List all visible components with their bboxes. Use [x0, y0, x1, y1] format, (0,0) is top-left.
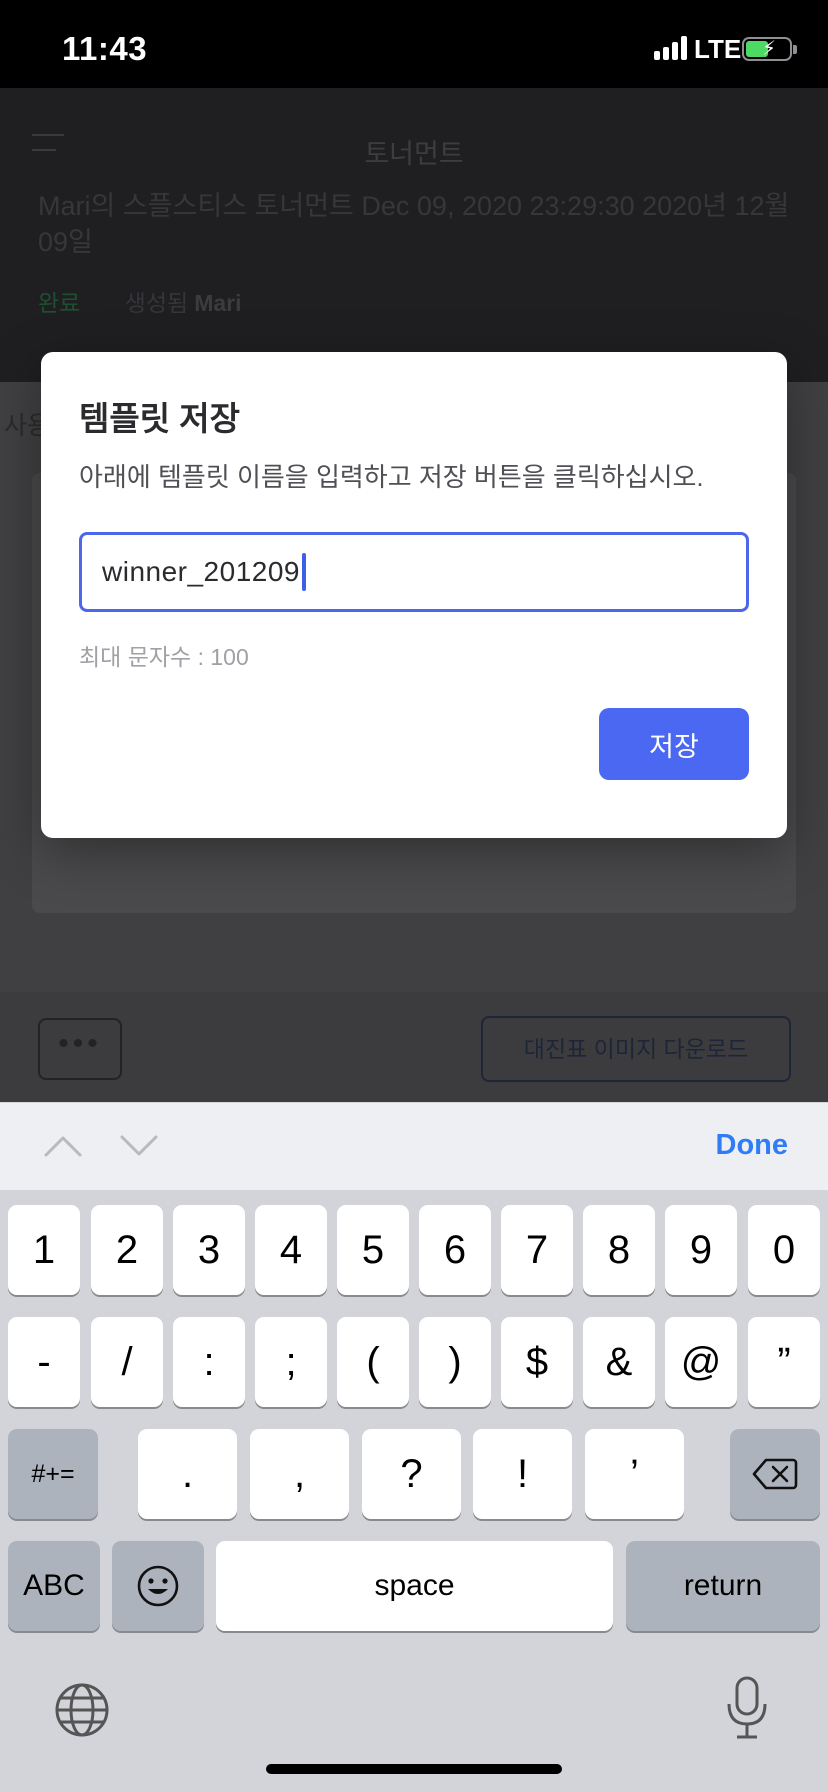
key-dollar[interactable]: $ [501, 1317, 573, 1407]
key-colon[interactable]: : [173, 1317, 245, 1407]
created-by-label: 생성됨 Mari [124, 290, 242, 316]
key-3[interactable]: 3 [173, 1205, 245, 1295]
key-hyphen[interactable]: - [8, 1317, 80, 1407]
key-6[interactable]: 6 [419, 1205, 491, 1295]
globe-icon[interactable] [54, 1682, 110, 1738]
template-name-input[interactable]: winner_201209 [79, 532, 749, 612]
key-8[interactable]: 8 [583, 1205, 655, 1295]
key-period[interactable]: . [138, 1429, 237, 1519]
save-template-dialog: 템플릿 저장 아래에 템플릿 이름을 입력하고 저장 버튼을 클릭하십시오. w… [41, 352, 787, 838]
tournament-status: 완료 생성됨 Mari [38, 284, 242, 318]
emoji-icon [137, 1565, 179, 1607]
key-2[interactable]: 2 [91, 1205, 163, 1295]
more-options-button[interactable]: ••• [38, 1018, 122, 1080]
dialog-description: 아래에 템플릿 이름을 입력하고 저장 버튼을 클릭하십시오. [79, 462, 704, 492]
save-button[interactable]: 저장 [599, 708, 749, 780]
status-bar: 11:43 LTE ⚡ [0, 0, 828, 88]
key-4[interactable]: 4 [255, 1205, 327, 1295]
key-comma[interactable]: , [250, 1429, 349, 1519]
key-1[interactable]: 1 [8, 1205, 80, 1295]
key-close-paren[interactable]: ) [419, 1317, 491, 1407]
key-semicolon[interactable]: ; [255, 1317, 327, 1407]
key-0[interactable]: 0 [748, 1205, 820, 1295]
nav-title: 토너먼트 [364, 139, 464, 169]
network-label: LTE [694, 34, 742, 64]
backspace-key[interactable] [730, 1429, 820, 1519]
done-button[interactable]: Done [716, 1129, 789, 1162]
return-key[interactable]: return [626, 1541, 820, 1631]
tournament-subtitle: Mari의 스플스티스 토너먼트 Dec 09, 2020 23:29:30 2… [38, 191, 790, 257]
emoji-key[interactable] [112, 1541, 204, 1631]
backspace-icon [752, 1458, 798, 1490]
key-open-paren[interactable]: ( [337, 1317, 409, 1407]
keyboard-accessory-bar: Done [0, 1102, 828, 1190]
key-exclamation[interactable]: ! [473, 1429, 572, 1519]
chevron-down-icon[interactable] [119, 1129, 159, 1161]
max-length-hint: 최대 문자수 : 100 [79, 644, 249, 670]
home-indicator[interactable] [266, 1764, 562, 1774]
download-bracket-button[interactable]: 대진표 이미지 다운로드 [481, 1016, 791, 1082]
status-time: 11:43 [62, 30, 148, 67]
space-key[interactable]: space [216, 1541, 613, 1631]
creator-name: Mari [194, 290, 242, 316]
chevron-up-icon[interactable] [43, 1129, 83, 1161]
key-quote[interactable]: ” [748, 1317, 820, 1407]
key-at[interactable]: @ [665, 1317, 737, 1407]
signal-icon [654, 36, 688, 60]
input-value: winner_201209 [102, 556, 300, 587]
status-done-badge: 완료 [38, 290, 81, 316]
battery-icon: ⚡ [742, 37, 797, 61]
nav-bar: 토너먼트 [0, 88, 828, 188]
key-slash[interactable]: / [91, 1317, 163, 1407]
key-question[interactable]: ? [362, 1429, 461, 1519]
key-ampersand[interactable]: & [583, 1317, 655, 1407]
key-apostrophe[interactable]: ’ [585, 1429, 684, 1519]
abc-key[interactable]: ABC [8, 1541, 100, 1631]
text-cursor [302, 553, 306, 591]
key-7[interactable]: 7 [501, 1205, 573, 1295]
dialog-title: 템플릿 저장 [79, 400, 240, 437]
key-more-symbols[interactable]: #+= [8, 1429, 98, 1519]
key-5[interactable]: 5 [337, 1205, 409, 1295]
microphone-icon[interactable] [726, 1676, 768, 1740]
key-9[interactable]: 9 [665, 1205, 737, 1295]
